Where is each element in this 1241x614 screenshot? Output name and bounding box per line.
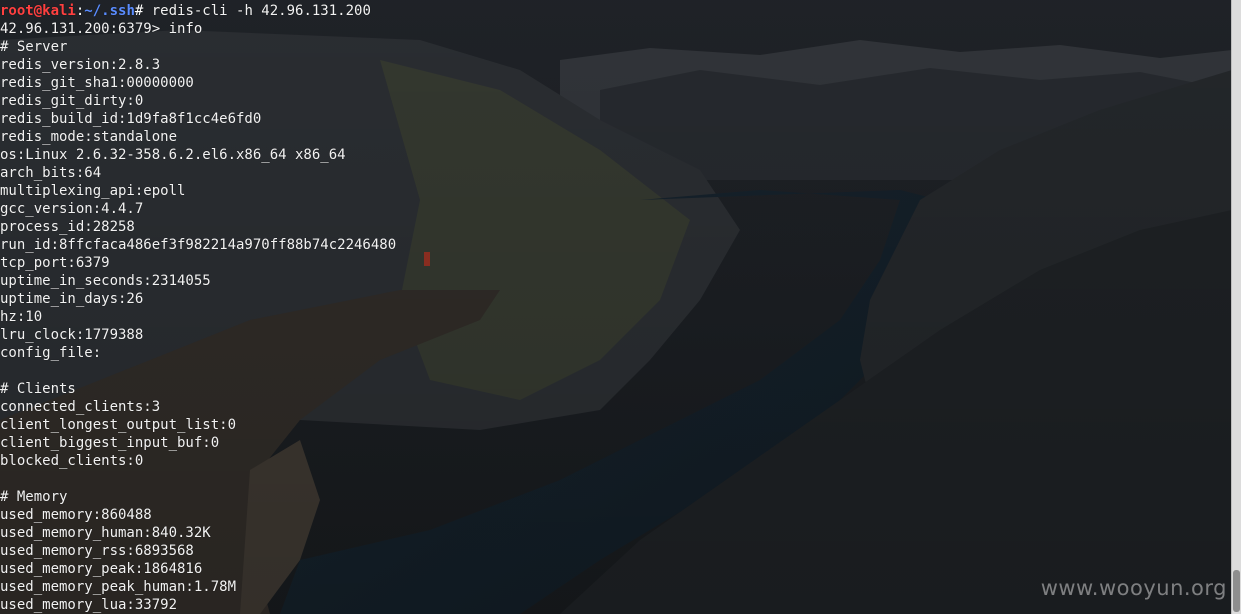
prompt-user-host: root@kali <box>0 3 76 19</box>
clients-info-block: connected_clients:3 client_longest_output… <box>0 398 1232 470</box>
info-line: uptime_in_days:26 <box>0 291 144 307</box>
server-info-block: redis_version:2.8.3 redis_git_sha1:000000… <box>0 56 1232 362</box>
watermark-text: www.wooyun.org <box>1040 576 1227 600</box>
info-line: process_id:28258 <box>0 219 135 235</box>
redis-prompt-line: 42.96.131.200:6379> info <box>0 21 203 37</box>
info-line: arch_bits:64 <box>0 165 102 181</box>
info-line: blocked_clients:0 <box>0 453 144 469</box>
section-header-memory: # Memory <box>0 489 68 505</box>
info-line: hz:10 <box>0 309 43 325</box>
info-line: client_longest_output_list:0 <box>0 417 237 433</box>
info-line: connected_clients:3 <box>0 399 161 415</box>
info-line: lru_clock:1779388 <box>0 327 144 343</box>
info-line: used_memory_rss:6893568 <box>0 543 194 559</box>
terminal-screen: root@kali:~/.ssh# redis-cli -h 42.96.131… <box>0 0 1241 614</box>
info-line: redis_build_id:1d9fa8f1cc4e6fd0 <box>0 111 262 127</box>
info-line: used_memory_human:840.32K <box>0 525 211 541</box>
shell-prompt-line: root@kali:~/.ssh# redis-cli -h 42.96.131… <box>0 2 1232 20</box>
prompt-symbol: # <box>134 3 152 19</box>
info-line: redis_git_sha1:00000000 <box>0 75 194 91</box>
info-line: run_id:8ffcfaca486ef3f982214a970ff88b74c… <box>0 237 397 253</box>
info-line: uptime_in_seconds:2314055 <box>0 273 211 289</box>
terminal-output[interactable]: root@kali:~/.ssh# redis-cli -h 42.96.131… <box>0 0 1232 614</box>
info-line: config_file: <box>0 345 102 361</box>
info-line: redis_mode:standalone <box>0 129 178 145</box>
info-line: tcp_port:6379 <box>0 255 110 271</box>
section-header-clients: # Clients <box>0 381 76 397</box>
section-header-server: # Server <box>0 39 68 55</box>
info-line: redis_git_dirty:0 <box>0 93 144 109</box>
info-line: multiplexing_api:epoll <box>0 183 186 199</box>
terminal-scrollbar[interactable] <box>1231 0 1241 614</box>
info-line: os:Linux 2.6.32-358.6.2.el6.x86_64 x86_6… <box>0 147 346 163</box>
info-line: client_biggest_input_buf:0 <box>0 435 220 451</box>
prompt-path: ~/.ssh <box>84 3 135 19</box>
prompt-command: redis-cli -h 42.96.131.200 <box>151 3 371 19</box>
info-line: gcc_version:4.4.7 <box>0 201 144 217</box>
scrollbar-thumb[interactable] <box>1233 570 1240 612</box>
info-line: redis_version:2.8.3 <box>0 57 161 73</box>
info-line: used_memory:860488 <box>0 507 152 523</box>
